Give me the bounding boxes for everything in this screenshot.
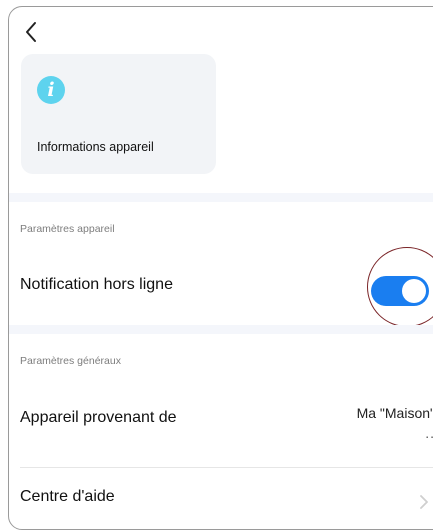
offline-notification-toggle[interactable] [364,269,429,307]
help-center-label: Centre d'aide [20,488,115,505]
chevron-right-icon [420,495,428,509]
device-settings-header: Paramètres appareil [20,223,115,235]
back-button[interactable] [19,17,45,47]
help-center-row[interactable]: Centre d'aide [9,468,433,528]
toggle-knob [402,279,426,303]
device-info-card[interactable]: i Informations appareil [21,54,216,174]
chevron-left-icon [26,22,36,42]
offline-notification-label: Notification hors ligne [20,276,173,293]
section-separator [9,193,433,202]
device-source-value: Ma "Maison" [356,405,433,421]
device-settings-screen: i Informations appareil Paramètres appar… [8,6,433,530]
device-info-label: Informations appareil [37,140,154,154]
toggle-track [371,276,429,306]
device-source-value-more: .. [425,425,433,441]
device-source-label: Appareil provenant de [20,409,177,426]
general-settings-header: Paramètres généraux [20,355,121,367]
section-separator [9,325,433,334]
info-icon: i [37,76,65,104]
